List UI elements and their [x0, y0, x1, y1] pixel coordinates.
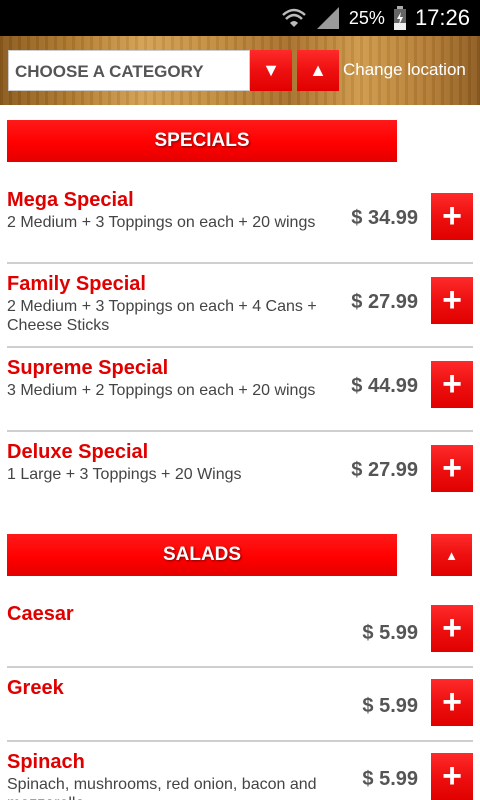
add-item-button[interactable]: + — [431, 277, 473, 324]
item-price: $ 27.99 — [351, 291, 418, 313]
add-item-button[interactable]: + — [431, 753, 473, 800]
section-title: SPECIALS — [154, 130, 250, 151]
item-name: Family Special — [7, 273, 146, 295]
menu-item: Spinach Spinach, mushrooms, red onion, b… — [7, 751, 473, 800]
plus-icon: + — [442, 197, 462, 235]
battery-percent: 25% — [348, 7, 385, 28]
wifi-icon — [282, 8, 306, 27]
add-item-button[interactable]: + — [431, 605, 473, 652]
menu-item: Caesar $ 5.99 + — [7, 603, 473, 657]
item-price: $ 27.99 — [351, 459, 418, 481]
collapse-section-button[interactable]: ▲ — [431, 534, 472, 576]
signal-icon — [316, 7, 339, 29]
divider — [7, 666, 473, 668]
divider — [7, 430, 473, 432]
header-bar: CHOOSE A CATEGORY ▼ ▲ Change location — [0, 36, 480, 105]
menu-item: Supreme Special 3 Medium + 2 Toppings on… — [7, 357, 473, 419]
item-price: $ 5.99 — [362, 622, 418, 644]
menu-item: Greek $ 5.99 + — [7, 677, 473, 731]
chevron-down-icon: ▼ — [262, 60, 280, 80]
divider — [7, 262, 473, 264]
item-price: $ 5.99 — [362, 768, 418, 790]
item-name: Greek — [7, 677, 64, 699]
add-item-button[interactable]: + — [431, 679, 473, 726]
menu-item: Deluxe Special 1 Large + 3 Toppings + 20… — [7, 441, 473, 495]
item-name: Deluxe Special — [7, 441, 149, 463]
item-price: $ 34.99 — [351, 207, 418, 229]
item-price: $ 5.99 — [362, 695, 418, 717]
menu-item: Mega Special 2 Medium + 3 Toppings on ea… — [7, 189, 473, 251]
status-icons: 25% 17:26 — [281, 0, 470, 36]
change-location-link[interactable]: Change location — [343, 60, 466, 80]
plus-icon: + — [442, 365, 462, 403]
item-description: 2 Medium + 3 Toppings on each + 4 Cans +… — [7, 298, 317, 334]
item-description: 2 Medium + 3 Toppings on each + 20 wings — [7, 214, 316, 231]
divider — [7, 346, 473, 348]
item-description: 3 Medium + 2 Toppings on each + 20 wings — [7, 382, 316, 399]
category-select-label: CHOOSE A CATEGORY — [15, 62, 204, 81]
menu-item: Family Special 2 Medium + 3 Toppings on … — [7, 273, 473, 335]
section-header-salads[interactable]: SALADS — [7, 534, 397, 576]
scroll-up-button[interactable]: ▲ — [297, 50, 339, 91]
item-name: Spinach — [7, 751, 85, 773]
chevron-up-icon: ▲ — [309, 60, 327, 80]
category-dropdown-button[interactable]: ▼ — [250, 50, 292, 91]
item-description: 1 Large + 3 Toppings + 20 Wings — [7, 466, 242, 483]
item-price: $ 44.99 — [351, 375, 418, 397]
add-item-button[interactable]: + — [431, 445, 473, 492]
add-item-button[interactable]: + — [431, 193, 473, 240]
plus-icon: + — [442, 281, 462, 319]
item-name: Mega Special — [7, 189, 134, 211]
section-header-specials[interactable]: SPECIALS — [7, 120, 397, 162]
category-select[interactable]: CHOOSE A CATEGORY — [8, 50, 250, 91]
item-name: Supreme Special — [7, 357, 169, 379]
plus-icon: + — [442, 683, 462, 721]
battery-icon — [393, 6, 406, 30]
plus-icon: + — [442, 757, 462, 795]
add-item-button[interactable]: + — [431, 361, 473, 408]
plus-icon: + — [442, 609, 462, 647]
chevron-up-icon: ▲ — [445, 547, 458, 563]
section-title: SALADS — [162, 544, 242, 565]
divider — [7, 740, 473, 742]
clock: 17:26 — [414, 5, 470, 30]
item-description: Spinach, mushrooms, red onion, bacon and… — [7, 776, 317, 800]
plus-icon: + — [442, 449, 462, 487]
status-bar: 25% 17:26 — [0, 0, 480, 36]
item-name: Caesar — [7, 603, 74, 625]
